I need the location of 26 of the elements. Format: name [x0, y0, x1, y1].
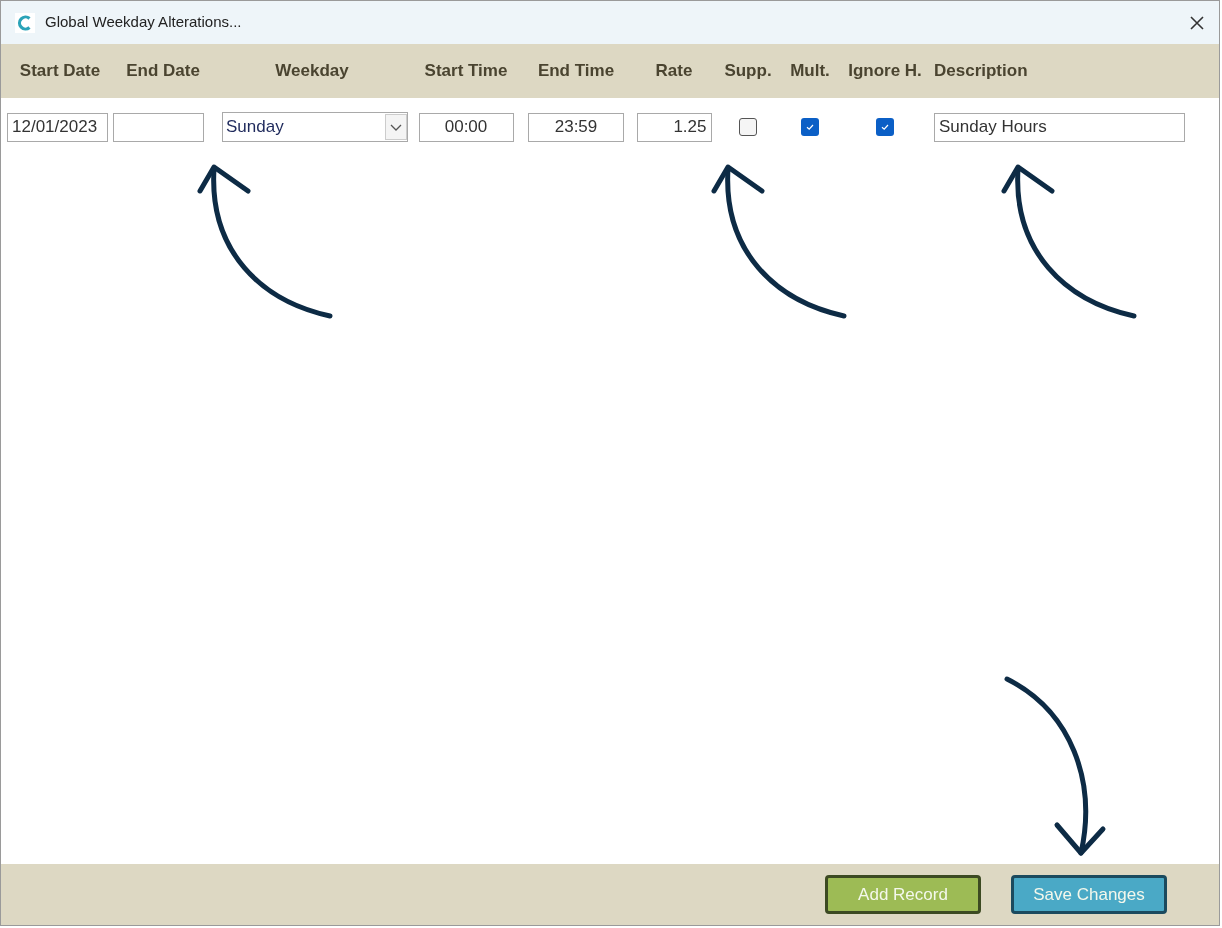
column-header: Description	[933, 60, 1028, 83]
column-header: Start Time	[424, 60, 508, 83]
description-field[interactable]: Sunday Hours	[934, 112, 1185, 142]
checkmark-icon	[805, 122, 815, 132]
column-header: Rate	[655, 60, 693, 83]
checkbox[interactable]	[739, 118, 757, 136]
close-icon	[1189, 14, 1205, 31]
column-header: Mult.	[790, 60, 830, 83]
input-field[interactable]	[113, 112, 204, 142]
dropdown-caret-icon	[385, 114, 407, 140]
checkbox[interactable]	[801, 118, 819, 136]
column-header: Supp.	[724, 60, 772, 83]
checkbox[interactable]	[876, 118, 894, 136]
weekday-dropdown[interactable]: Sunday	[222, 112, 408, 142]
input-field[interactable]: 23:59	[528, 112, 624, 142]
app-logo-icon	[15, 12, 35, 33]
column-header: Weekday	[275, 60, 349, 83]
column-header: End Date	[126, 60, 200, 83]
input-field[interactable]: 1.25	[636, 112, 712, 142]
checkmark-icon	[880, 122, 890, 132]
input-field[interactable]: 12/01/2023	[7, 112, 108, 142]
column-header: Start Date	[19, 60, 101, 83]
column-header: End Time	[537, 60, 615, 83]
column-header: Ignore H.	[848, 60, 922, 83]
window-title: Global Weekday Alterations...	[45, 12, 242, 33]
input-field[interactable]: 00:00	[418, 112, 514, 142]
